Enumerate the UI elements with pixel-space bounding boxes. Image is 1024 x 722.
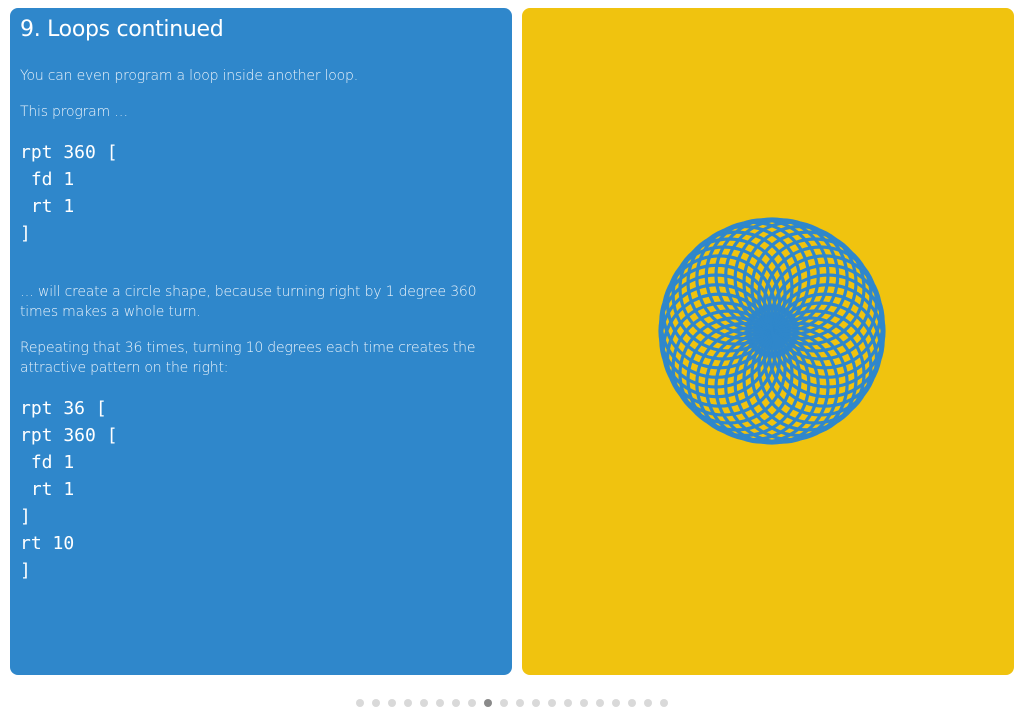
pagination-dot[interactable]: [580, 699, 588, 707]
pagination-dot[interactable]: [596, 699, 604, 707]
pagination-dot-active[interactable]: [484, 699, 492, 707]
slide-title: 9. Loops continued: [20, 17, 224, 42]
pagination-dot[interactable]: [436, 699, 444, 707]
turtle-pattern-drawing: [658, 217, 886, 445]
pagination-dot[interactable]: [420, 699, 428, 707]
drawing-panel: [522, 8, 1014, 675]
pagination-dot[interactable]: [644, 699, 652, 707]
code-block-pattern: rpt 36 [ rpt 360 [ fd 1 rt 1 ] rt 10 ]: [20, 398, 118, 581]
code-block-circle: rpt 360 [ fd 1 rt 1 ]: [20, 142, 118, 244]
pagination-dot[interactable]: [612, 699, 620, 707]
pagination-dot[interactable]: [532, 699, 540, 707]
pattern-explanation-paragraph: Repeating that 36 times, turning 10 degr…: [20, 340, 476, 376]
pagination-dot[interactable]: [452, 699, 460, 707]
pagination-dot[interactable]: [404, 699, 412, 707]
pagination-dot[interactable]: [356, 699, 364, 707]
slide-pagination: [356, 699, 668, 707]
program-intro-paragraph: This program …: [20, 104, 128, 120]
pagination-dot[interactable]: [468, 699, 476, 707]
pagination-dot[interactable]: [548, 699, 556, 707]
intro-paragraph: You can even program a loop inside anoth…: [20, 68, 358, 84]
text-panel: 9. Loops continued You can even program …: [10, 8, 512, 675]
pagination-dot[interactable]: [564, 699, 572, 707]
pagination-dot[interactable]: [516, 699, 524, 707]
pagination-dot[interactable]: [500, 699, 508, 707]
pagination-dot[interactable]: [388, 699, 396, 707]
pagination-dot[interactable]: [372, 699, 380, 707]
pagination-dot[interactable]: [660, 699, 668, 707]
circle-explanation-paragraph: … will create a circle shape, because tu…: [20, 284, 477, 320]
pagination-dot[interactable]: [628, 699, 636, 707]
